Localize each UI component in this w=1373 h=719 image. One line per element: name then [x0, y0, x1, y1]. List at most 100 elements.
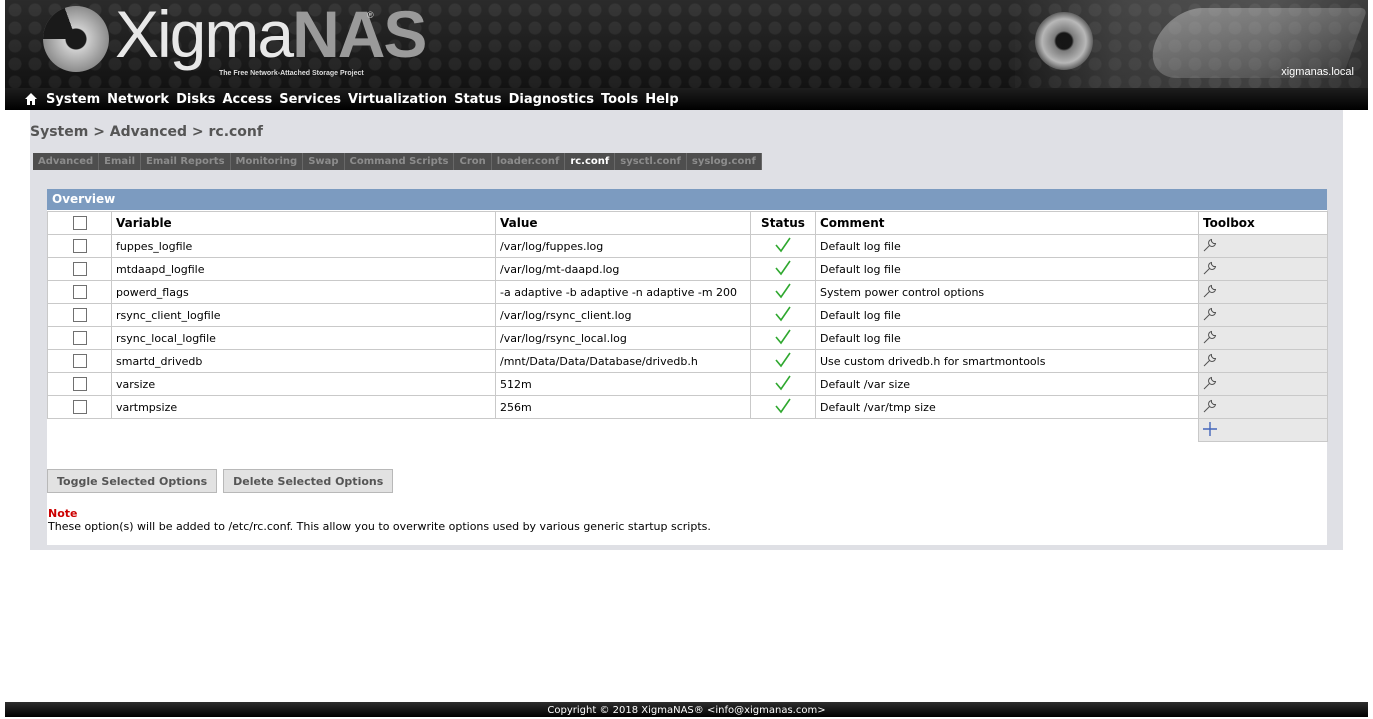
tab-swap[interactable]: Swap — [303, 153, 345, 170]
menu-item-network[interactable]: Network — [107, 92, 169, 107]
rc-conf-table: Variable Value Status Comment Toolbox fu… — [47, 211, 1328, 442]
wrench-icon[interactable] — [1202, 375, 1218, 391]
row-checkbox[interactable] — [72, 239, 87, 253]
logo-wordmark: XigmaNAS — [115, 0, 427, 74]
row-select-cell — [47, 349, 112, 373]
row-select-cell — [47, 395, 112, 419]
column-header-value: Value — [495, 211, 751, 235]
comment-cell: Default log file — [815, 257, 1199, 281]
checkmark-icon — [775, 375, 791, 390]
variable-cell: mtdaapd_logfile — [111, 257, 496, 281]
delete-selected-options-button[interactable]: Delete Selected Options — [223, 469, 394, 493]
variable-cell: vartmpsize — [111, 395, 496, 419]
row-select-cell — [47, 303, 112, 327]
row-checkbox[interactable] — [72, 262, 87, 276]
tab-sysctl-conf[interactable]: sysctl.conf — [615, 153, 687, 170]
header-banner: XigmaNAS ® The Free Network-Attached Sto… — [5, 0, 1368, 88]
checkmark-icon — [775, 306, 791, 321]
table-row: rsync_local_logfile /var/log/rsync_local… — [47, 326, 1328, 350]
row-checkbox[interactable] — [72, 308, 87, 322]
toolbox-cell — [1198, 280, 1328, 304]
comment-cell: Default /var size — [815, 372, 1199, 396]
wrench-icon[interactable] — [1202, 352, 1218, 368]
toggle-selected-options-button[interactable]: Toggle Selected Options — [47, 469, 218, 493]
column-header-toolbox: Toolbox — [1198, 211, 1328, 235]
menu-item-diagnostics[interactable]: Diagnostics — [509, 92, 594, 107]
row-checkbox[interactable] — [72, 400, 87, 414]
status-cell — [750, 372, 816, 396]
wrench-icon[interactable] — [1202, 398, 1218, 414]
menu-item-services[interactable]: Services — [279, 92, 341, 107]
menu-item-help[interactable]: Help — [645, 92, 678, 107]
tab-advanced[interactable]: Advanced — [33, 153, 100, 170]
wrench-icon[interactable] — [1202, 260, 1218, 276]
table-row: powerd_flags -a adaptive -b adaptive -n … — [47, 280, 1328, 304]
wrench-icon[interactable] — [1202, 283, 1218, 299]
select-all-checkbox[interactable] — [72, 216, 87, 231]
comment-cell: System power control options — [815, 280, 1199, 304]
value-cell: /mnt/Data/Data/Database/drivedb.h — [495, 349, 751, 373]
toolbox-cell — [1198, 349, 1328, 373]
wrench-icon[interactable] — [1202, 306, 1218, 322]
table-row: rsync_client_logfile /var/log/rsync_clie… — [47, 303, 1328, 327]
tab-syslog-conf[interactable]: syslog.conf — [687, 153, 762, 170]
variable-cell: fuppes_logfile — [111, 234, 496, 258]
toolbox-cell — [1198, 234, 1328, 258]
tab-email[interactable]: Email — [99, 153, 142, 170]
row-checkbox[interactable] — [72, 285, 87, 299]
variable-cell: varsize — [111, 372, 496, 396]
wrench-icon[interactable] — [1202, 237, 1218, 253]
logo-main: Xigma — [115, 0, 294, 71]
table-row: mtdaapd_logfile /var/log/mt-daapd.log De… — [47, 257, 1328, 281]
variable-cell: rsync_client_logfile — [111, 303, 496, 327]
status-cell — [750, 280, 816, 304]
value-cell: /var/log/rsync_client.log — [495, 303, 751, 327]
action-buttons: Toggle Selected Options Delete Selected … — [47, 469, 394, 493]
tab-cron[interactable]: Cron — [454, 153, 492, 170]
tab-loader-conf[interactable]: loader.conf — [492, 153, 566, 170]
value-cell: /var/log/fuppes.log — [495, 234, 751, 258]
checkmark-icon — [775, 237, 791, 252]
comment-cell: Use custom drivedb.h for smartmontools — [815, 349, 1199, 373]
row-checkbox[interactable] — [72, 354, 87, 368]
row-select-cell — [47, 326, 112, 350]
tab-email-reports[interactable]: Email Reports — [141, 153, 231, 170]
tab-monitoring[interactable]: Monitoring — [231, 153, 304, 170]
wrench-icon[interactable] — [1202, 329, 1218, 345]
overview-title: Overview — [47, 189, 1327, 210]
status-cell — [750, 395, 816, 419]
hostname-label: xigmanas.local — [1281, 66, 1354, 78]
home-icon[interactable] — [24, 92, 38, 106]
column-header-status: Status — [750, 211, 816, 235]
menu-item-status[interactable]: Status — [454, 92, 502, 107]
value-cell: 256m — [495, 395, 751, 419]
status-cell — [750, 257, 816, 281]
comment-cell: Default log file — [815, 326, 1199, 350]
variable-cell: rsync_local_logfile — [111, 326, 496, 350]
status-cell — [750, 326, 816, 350]
menu-item-system[interactable]: System — [46, 92, 100, 107]
menu-item-virtualization[interactable]: Virtualization — [348, 92, 447, 107]
row-checkbox[interactable] — [72, 377, 87, 391]
row-select-cell — [47, 280, 112, 304]
menu-item-disks[interactable]: Disks — [176, 92, 215, 107]
variable-cell: smartd_drivedb — [111, 349, 496, 373]
tab-command-scripts[interactable]: Command Scripts — [345, 153, 455, 170]
checkmark-icon — [775, 260, 791, 275]
table-row: smartd_drivedb /mnt/Data/Data/Database/d… — [47, 349, 1328, 373]
checkmark-icon — [775, 398, 791, 413]
logo-accent: NAS — [292, 0, 427, 71]
comment-cell: Default /var/tmp size — [815, 395, 1199, 419]
comment-cell: Default log file — [815, 303, 1199, 327]
comment-cell: Default log file — [815, 234, 1199, 258]
note-title: Note — [48, 507, 78, 520]
main-content: System > Advanced > rc.conf Advanced Ema… — [30, 110, 1343, 550]
value-cell: /var/log/rsync_local.log — [495, 326, 751, 350]
column-header-variable: Variable — [111, 211, 496, 235]
hard-drive-spindle — [1035, 12, 1093, 70]
row-checkbox[interactable] — [72, 331, 87, 345]
plus-icon[interactable] — [1202, 421, 1218, 437]
tab-rc-conf[interactable]: rc.conf — [565, 153, 616, 170]
menu-item-access[interactable]: Access — [222, 92, 272, 107]
menu-item-tools[interactable]: Tools — [601, 92, 638, 107]
